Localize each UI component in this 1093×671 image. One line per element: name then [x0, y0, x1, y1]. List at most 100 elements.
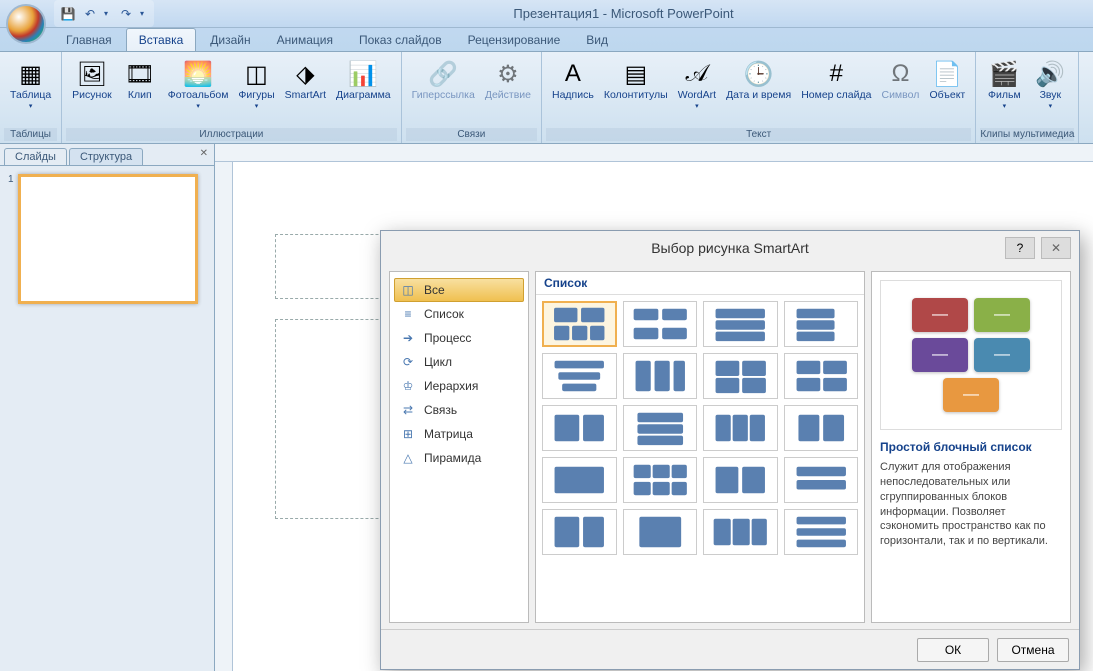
sound-button[interactable]: 🔊Звук▾: [1028, 56, 1072, 112]
layout-item[interactable]: [542, 353, 617, 399]
layout-item[interactable]: [703, 301, 778, 347]
chart-icon: 📊: [347, 58, 379, 90]
thumb-number: 1: [8, 174, 14, 304]
slide-thumbnail-1[interactable]: 1: [8, 174, 206, 304]
button-label: Диаграмма: [336, 90, 391, 102]
ribbon-tab-рецензирование[interactable]: Рецензирование: [456, 29, 573, 51]
redo-icon[interactable]: ↷: [118, 6, 134, 22]
slidenum-button[interactable]: #Номер слайда: [797, 56, 875, 104]
album-button[interactable]: 🌅Фотоальбом▾: [164, 56, 233, 112]
category-icon: ⇄: [400, 402, 416, 418]
office-button[interactable]: [6, 4, 46, 44]
category-label: Пирамида: [424, 451, 481, 465]
cancel-button[interactable]: Отмена: [997, 638, 1069, 662]
layout-item[interactable]: [784, 301, 859, 347]
layout-item[interactable]: [703, 457, 778, 503]
object-button[interactable]: 📄Объект: [925, 56, 969, 104]
layout-grid-scroll[interactable]: [536, 295, 864, 622]
movie-button[interactable]: 🎬Фильм▾: [982, 56, 1026, 112]
ribbon-group: AНадпись▤Колонтитулы𝒜WordArt▾🕒Дата и вре…: [542, 52, 976, 143]
dialog-titlebar: Выбор рисунка SmartArt ? ✕: [381, 231, 1079, 265]
layout-item[interactable]: [623, 353, 698, 399]
ribbon-tab-вид[interactable]: Вид: [574, 29, 620, 51]
layout-item[interactable]: [623, 457, 698, 503]
button-label: Фотоальбом: [168, 90, 229, 102]
category-все[interactable]: ◫Все: [394, 278, 524, 302]
table-button[interactable]: ▦Таблица▾: [6, 56, 55, 112]
headerfooter-button[interactable]: ▤Колонтитулы: [600, 56, 672, 104]
shapes-button[interactable]: ◫Фигуры▾: [234, 56, 278, 112]
wordart-button[interactable]: 𝒜WordArt▾: [674, 56, 720, 112]
layout-grid: [542, 301, 858, 555]
layout-item[interactable]: [542, 301, 617, 347]
close-panel-icon[interactable]: ✕: [200, 148, 208, 159]
grid-header: Список: [536, 272, 864, 295]
layout-item[interactable]: [542, 405, 617, 451]
button-label: Объект: [929, 90, 965, 102]
close-button[interactable]: ✕: [1041, 237, 1071, 259]
layout-item[interactable]: [623, 301, 698, 347]
layout-item[interactable]: [703, 405, 778, 451]
ok-button[interactable]: ОК: [917, 638, 989, 662]
smartart-dialog: Выбор рисунка SmartArt ? ✕ ◫Все≡Список➔П…: [380, 230, 1080, 670]
preview-block: —: [974, 298, 1030, 332]
help-button[interactable]: ?: [1005, 237, 1035, 259]
category-icon: ⟳: [400, 354, 416, 370]
layout-item[interactable]: [703, 509, 778, 555]
undo-dropdown-icon[interactable]: ▾: [104, 9, 112, 18]
smartart-button[interactable]: ⬗SmartArt: [281, 56, 330, 104]
category-label: Список: [424, 307, 464, 321]
chart-button[interactable]: 📊Диаграмма: [332, 56, 395, 104]
layout-item[interactable]: [542, 509, 617, 555]
ribbon-tab-дизайн[interactable]: Дизайн: [198, 29, 262, 51]
ribbon: ▦Таблица▾Таблицы🖼Рисунок🎞Клип🌅Фотоальбом…: [0, 52, 1093, 144]
save-icon[interactable]: 💾: [60, 6, 76, 22]
category-список[interactable]: ≡Список: [394, 302, 524, 326]
thumb-preview: [18, 174, 198, 304]
album-icon: 🌅: [182, 58, 214, 90]
picture-button[interactable]: 🖼Рисунок: [68, 56, 116, 104]
table-icon: ▦: [15, 58, 47, 90]
layout-item[interactable]: [784, 353, 859, 399]
qat-customize-icon[interactable]: ▾: [140, 9, 148, 18]
category-матрица[interactable]: ⊞Матрица: [394, 422, 524, 446]
button-label: Действие: [485, 90, 531, 102]
dialog-title: Выбор рисунка SmartArt: [651, 240, 809, 256]
group-label: Иллюстрации: [66, 128, 396, 141]
layout-item[interactable]: [784, 509, 859, 555]
ribbon-tab-показ слайдов[interactable]: Показ слайдов: [347, 29, 454, 51]
tab-outline[interactable]: Структура: [69, 148, 143, 165]
ribbon-tabs: ГлавнаяВставкаДизайнАнимацияПоказ слайдо…: [0, 28, 1093, 52]
layout-item[interactable]: [784, 405, 859, 451]
undo-icon[interactable]: ↶: [82, 6, 98, 22]
clip-button[interactable]: 🎞Клип: [118, 56, 162, 104]
ribbon-tab-главная[interactable]: Главная: [54, 29, 124, 51]
preview-block: —: [912, 338, 968, 372]
button-label: Звук: [1040, 90, 1062, 102]
layout-item[interactable]: [623, 509, 698, 555]
datetime-button[interactable]: 🕒Дата и время: [722, 56, 795, 104]
layout-item[interactable]: [623, 405, 698, 451]
layout-item[interactable]: [784, 457, 859, 503]
ribbon-tab-вставка[interactable]: Вставка: [126, 28, 197, 51]
chevron-down-icon: ▾: [255, 102, 259, 110]
category-цикл[interactable]: ⟳ Цикл: [394, 350, 524, 374]
ribbon-tab-анимация[interactable]: Анимация: [265, 29, 345, 51]
category-label: Матрица: [424, 427, 473, 441]
category-пирамида[interactable]: △Пирамида: [394, 446, 524, 470]
tab-slides[interactable]: Слайды: [4, 148, 67, 165]
ribbon-group: 🎬Фильм▾🔊Звук▾ Клипы мультимедиа: [976, 52, 1079, 143]
layout-item[interactable]: [703, 353, 778, 399]
category-icon: ➔: [400, 330, 416, 346]
category-иерархия[interactable]: ♔Иерархия: [394, 374, 524, 398]
category-связь[interactable]: ⇄Связь: [394, 398, 524, 422]
category-label: Цикл: [424, 355, 452, 369]
textbox-button[interactable]: AНадпись: [548, 56, 598, 104]
category-процесс[interactable]: ➔Процесс: [394, 326, 524, 350]
smartart-icon: ⬗: [289, 58, 321, 90]
button-label: Надпись: [552, 90, 594, 102]
symbol-button: ΩСимвол: [877, 56, 923, 104]
group-label: Клипы мультимедиа: [980, 128, 1074, 141]
dialog-buttons: ОК Отмена: [381, 629, 1079, 669]
layout-item[interactable]: [542, 457, 617, 503]
